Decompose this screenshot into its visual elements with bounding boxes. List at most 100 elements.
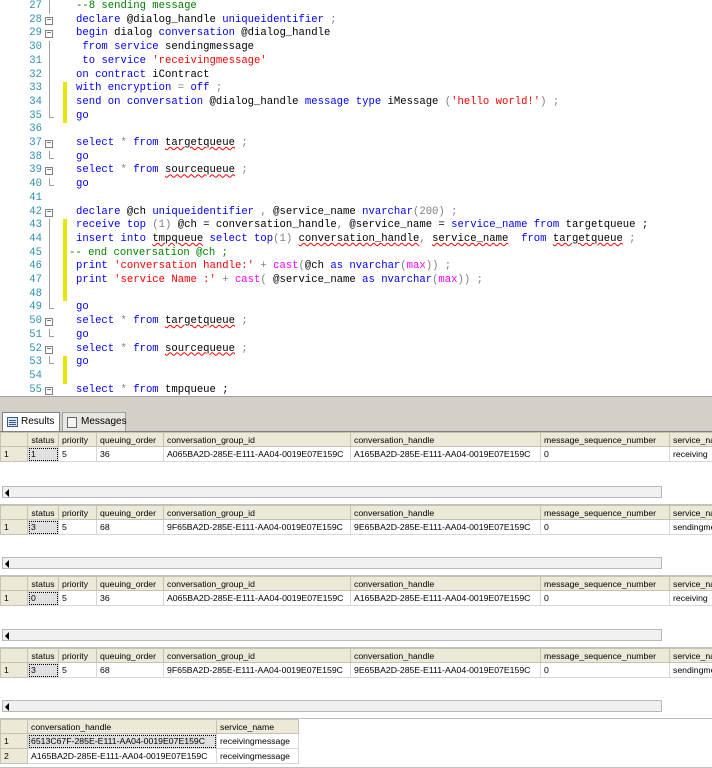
collapse-toggle-icon[interactable]: − (45, 167, 53, 176)
code-line[interactable]: 43 receive top (1) @ch = conversation_han… (0, 219, 712, 234)
result-grid[interactable]: status priority queuing_order conversation_… (0, 576, 712, 648)
scroll-left-icon[interactable] (5, 632, 9, 640)
table-cell[interactable]: 1 (27, 446, 59, 462)
horizontal-scrollbar[interactable] (2, 629, 662, 641)
column-header[interactable]: queuing_order (96, 432, 164, 447)
result-grid[interactable]: status priority queuing_order conversation_… (0, 505, 712, 576)
tab-messages[interactable]: Messages (62, 412, 127, 431)
table-cell[interactable]: 68 (96, 519, 164, 535)
table-cell[interactable]: 0 (540, 519, 670, 535)
table-cell[interactable]: 5 (58, 519, 97, 535)
column-header[interactable]: status (27, 432, 59, 447)
code-line[interactable]: 46 print 'conversation handle:' + cast(@c… (0, 260, 712, 275)
code-line[interactable]: 29− begin dialog conversation @dialog_han… (0, 27, 712, 41)
collapse-toggle-icon[interactable]: − (45, 318, 53, 327)
column-header[interactable]: service_na (669, 505, 712, 520)
code-line[interactable]: 44 insert into tmpqueue select top(1) con… (0, 232, 712, 247)
code-line[interactable]: 39− select * from sourcequeue ; (0, 164, 712, 178)
code-line[interactable]: 50− select * from targetqueue ; (0, 315, 712, 329)
table-cell[interactable]: A065BA2D-285E-E111-AA04-0019E07E159C (163, 446, 351, 462)
grid-corner[interactable] (0, 648, 28, 663)
row-number[interactable]: 1 (0, 662, 28, 678)
scroll-left-icon[interactable] (5, 703, 9, 711)
table-cell[interactable]: 9E65BA2D-285E-E111-AA04-0019E07E159C (350, 519, 541, 535)
table-cell[interactable]: 36 (96, 446, 164, 462)
table-cell[interactable]: 9E65BA2D-285E-E111-AA04-0019E07E159C (350, 662, 541, 678)
column-header[interactable]: message_sequence_number (540, 505, 670, 520)
scroll-left-icon[interactable] (5, 560, 9, 568)
result-grid[interactable]: conversation_handle service_name 1 6513C67F… (0, 719, 712, 768)
code-line[interactable]: 35 go (0, 109, 712, 124)
column-header[interactable]: message_sequence_number (540, 432, 670, 447)
column-header[interactable]: conversation_group_id (163, 505, 351, 520)
column-header[interactable]: status (27, 505, 59, 520)
table-cell[interactable]: 6513C67F-285E-E111-AA04-0019E07E159C (27, 733, 217, 749)
result-grid[interactable]: status priority queuing_order conversation_… (0, 648, 712, 719)
table-cell[interactable]: 0 (540, 446, 670, 462)
code-line[interactable]: 40 go (0, 178, 712, 192)
table-row[interactable]: 1 1 5 36 A065BA2D-285E-E111-AA04-0019E07E159… (0, 446, 712, 462)
collapse-toggle-icon[interactable]: − (45, 208, 53, 217)
code-line[interactable]: 33 with encryption = off ; (0, 82, 712, 97)
collapse-toggle-icon[interactable]: − (45, 140, 53, 148)
row-number[interactable]: 1 (0, 733, 28, 749)
code-line[interactable]: 36 (0, 123, 712, 137)
row-number[interactable]: 1 (0, 519, 28, 535)
code-line[interactable]: 53 go (0, 356, 712, 370)
column-header[interactable]: service_name (216, 719, 299, 734)
grid-corner[interactable] (0, 719, 28, 734)
table-row[interactable]: 1 3 5 68 9F65BA2D-285E-E111-AA04-0019E07E159… (0, 519, 712, 535)
scroll-left-icon[interactable] (5, 489, 9, 497)
column-header[interactable]: service_na (669, 576, 712, 591)
code-line[interactable]: 28− declare @dialog_handle uniqueidentifi… (0, 14, 712, 28)
column-header[interactable]: message_sequence_number (540, 576, 670, 591)
column-header[interactable]: service_na (669, 648, 712, 663)
column-header[interactable]: conversation_group_id (163, 648, 351, 663)
table-cell[interactable]: receivingmessage (216, 733, 299, 749)
table-cell[interactable]: A165BA2D-285E-E111-AA04-0019E07E159C (350, 446, 541, 462)
table-cell[interactable]: 3 (27, 519, 59, 535)
table-row[interactable]: 1 6513C67F-285E-E111-AA04-0019E07E159C rec… (0, 733, 299, 749)
grid-corner[interactable] (0, 432, 28, 447)
code-line[interactable]: 31 to service 'receivingmessage' (0, 54, 712, 69)
table-cell[interactable]: 3 (27, 662, 59, 678)
row-number[interactable]: 1 (0, 590, 28, 606)
column-header[interactable]: service_na (669, 432, 712, 447)
table-cell[interactable]: A065BA2D-285E-E111-AA04-0019E07E159C (163, 590, 351, 606)
collapse-toggle-icon[interactable]: − (45, 30, 53, 39)
collapse-toggle-icon[interactable]: − (45, 345, 53, 354)
code-line[interactable]: 55− select * from tmpqueue ; (0, 384, 712, 396)
code-line[interactable]: 48 (0, 287, 712, 302)
column-header[interactable]: priority (58, 505, 97, 520)
grid-corner[interactable] (0, 576, 28, 591)
code-line[interactable]: 47 print 'service Name :' + cast( @servic… (0, 274, 712, 288)
column-header[interactable]: conversation_handle (350, 432, 541, 447)
code-line[interactable]: 42− declare @ch uniqueidentifier , @servi… (0, 206, 712, 220)
code-line[interactable]: 38 go (0, 150, 712, 165)
column-header[interactable]: conversation_handle (27, 719, 217, 734)
column-header[interactable]: queuing_order (96, 576, 164, 591)
column-header[interactable]: conversation_handle (350, 505, 541, 520)
column-header[interactable]: queuing_order (96, 505, 164, 520)
collapse-toggle-icon[interactable]: − (45, 386, 53, 395)
code-line[interactable]: 52− select * from sourcequeue ; (0, 343, 712, 357)
table-cell[interactable]: sendingme (669, 519, 712, 535)
table-cell[interactable]: 9F65BA2D-285E-E111-AA04-0019E07E159C (163, 662, 351, 678)
code-line[interactable]: 37− select * from targetqueue ; (0, 137, 712, 151)
code-line[interactable]: 54 (0, 369, 712, 384)
column-header[interactable]: priority (58, 648, 97, 663)
code-line[interactable]: 51 go (0, 328, 712, 343)
pane-splitter[interactable] (0, 396, 712, 410)
table-cell[interactable]: receiving (669, 446, 712, 462)
table-cell[interactable]: 5 (58, 662, 97, 678)
column-header[interactable]: conversation_handle (350, 648, 541, 663)
column-header[interactable]: queuing_order (96, 648, 164, 663)
column-header[interactable]: priority (58, 576, 97, 591)
code-line[interactable]: 45 -- end conversation @ch ; (0, 246, 712, 261)
column-header[interactable]: conversation_group_id (163, 432, 351, 447)
row-number[interactable]: 1 (0, 446, 28, 462)
code-line[interactable]: 30 from service sendingmessage (0, 41, 712, 56)
table-cell[interactable]: A165BA2D-285E-E111-AA04-0019E07E159C (27, 748, 217, 764)
table-cell[interactable]: receivingmessage (216, 748, 299, 764)
column-header[interactable]: conversation_group_id (163, 576, 351, 591)
